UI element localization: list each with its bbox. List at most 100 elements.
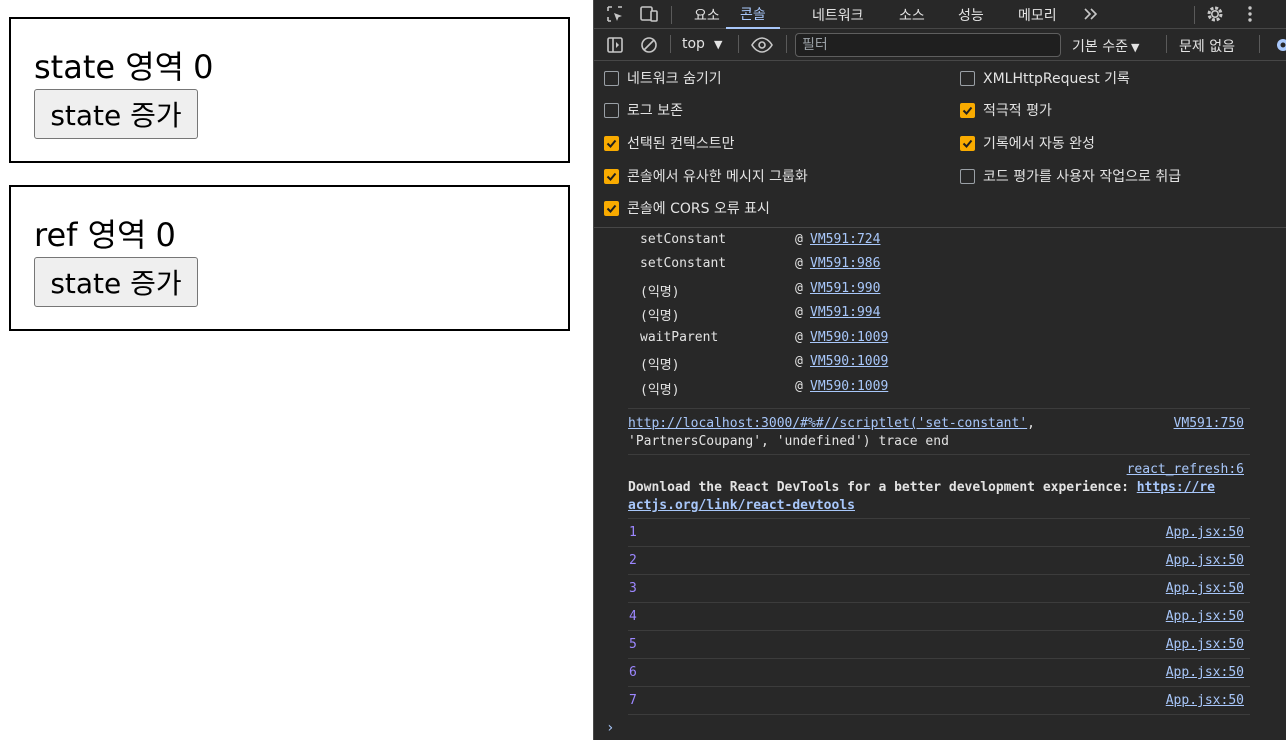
stack-location-link[interactable]: VM591:724 [810, 232, 880, 247]
kebab-menu-icon[interactable] [1238, 2, 1262, 26]
stack-function: (익명) [640, 358, 680, 373]
log-value: 3 [629, 581, 637, 596]
sidebar-toggle-icon[interactable] [603, 33, 627, 57]
tab-console[interactable]: 콘솔 [726, 0, 780, 29]
stack-location-link[interactable]: VM590:1009 [810, 330, 888, 345]
devtools-link[interactable]: actjs.org/link/react-devtools [628, 498, 855, 513]
ref-label: ref 영역 [34, 216, 147, 254]
stack-function: (익명) [640, 309, 680, 324]
message-divider [628, 714, 1250, 715]
stack-at: @ [795, 305, 803, 320]
ref-heading: ref 영역 0 [34, 217, 185, 253]
tab-memory[interactable]: 메모리 [1018, 0, 1057, 29]
setting-label: 기록에서 자동 완성 [983, 136, 1095, 152]
toolbar-divider [670, 35, 671, 53]
log-level-selector[interactable]: 기본 수준 ▼ [1072, 36, 1139, 56]
filter-input[interactable] [795, 33, 1061, 57]
log-source-link[interactable]: App.jsx:50 [1166, 525, 1244, 540]
log-source-link[interactable]: App.jsx:50 [1166, 665, 1244, 680]
stack-location-link[interactable]: VM590:1009 [810, 379, 888, 394]
ref-increase-button[interactable]: state 증가 [34, 257, 198, 307]
gear-icon[interactable] [1203, 2, 1227, 26]
tab-network[interactable]: 네트워크 [812, 0, 864, 29]
log-row: 4 App.jsx:50 [628, 602, 1250, 630]
checkbox-unchecked-icon[interactable] [960, 70, 975, 86]
log-source-link[interactable]: App.jsx:50 [1166, 609, 1244, 624]
checkbox-checked-icon[interactable] [604, 135, 619, 151]
stack-at: @ [795, 354, 803, 369]
setting-treat-eval-as-user-action[interactable]: 코드 평가를 사용자 작업으로 취급 [960, 166, 1181, 186]
setting-label: XMLHttpRequest 기록 [983, 71, 1130, 87]
stack-frame: (익명) @ VM591:994 [640, 305, 940, 325]
issues-counter[interactable]: 문제 없음 [1179, 36, 1235, 56]
eye-icon[interactable] [750, 33, 774, 57]
console-toolbar: top▼ 기본 수준▼ 문제 없음 [594, 29, 1286, 61]
scriptlet-link[interactable]: http://localhost:3000/#%#//scriptlet('se… [628, 416, 1027, 431]
message-source-link[interactable]: react_refresh:6 [1127, 461, 1244, 479]
message-divider [628, 454, 1250, 455]
tabbar-divider [1194, 6, 1195, 24]
log-row: 5 App.jsx:50 [628, 630, 1250, 658]
setting-label: 콘솔에 CORS 오류 표시 [627, 201, 770, 217]
checkbox-checked-icon[interactable] [604, 200, 619, 216]
checkbox-checked-icon[interactable] [960, 102, 975, 118]
stack-location-link[interactable]: VM591:994 [810, 305, 880, 320]
log-source-link[interactable]: App.jsx:50 [1166, 581, 1244, 596]
tab-elements[interactable]: 요소 [694, 0, 720, 29]
console-prompt-icon[interactable]: › [606, 720, 614, 736]
console-settings-gear-icon[interactable] [1271, 33, 1286, 57]
log-level-label: 기본 수준 [1072, 39, 1128, 55]
toolbar-divider [1259, 35, 1260, 53]
devtools-link[interactable]: https://re [1137, 480, 1215, 495]
ref-section: ref 영역 0 state 증가 [9, 185, 570, 331]
toolbar-divider [738, 35, 739, 53]
setting-log-xhr[interactable]: XMLHttpRequest 기록 [960, 68, 1130, 88]
setting-hide-network[interactable]: 네트워크 숨기기 [604, 68, 722, 88]
setting-label: 코드 평가를 사용자 작업으로 취급 [983, 169, 1182, 185]
inspect-element-icon[interactable] [603, 2, 627, 26]
setting-eager-evaluation[interactable]: 적극적 평가 [960, 100, 1052, 120]
checkbox-checked-icon[interactable] [604, 168, 619, 184]
log-row: 2 App.jsx:50 [628, 546, 1250, 574]
stack-at: @ [795, 379, 803, 394]
state-increase-button[interactable]: state 증가 [34, 89, 198, 139]
checkbox-unchecked-icon[interactable] [960, 168, 975, 184]
setting-label: 로그 보존 [627, 103, 683, 119]
state-heading: state 영역 0 [34, 49, 222, 85]
log-row: 1 App.jsx:50 [628, 518, 1250, 546]
devtools-tabbar: 요소 콘솔 네트워크 소스 성능 메모리 [594, 0, 1286, 29]
setting-selected-context-only[interactable]: 선택된 컨텍스트만 [604, 133, 735, 153]
stack-location-link[interactable]: VM591:986 [810, 256, 880, 271]
tab-performance[interactable]: 성능 [958, 0, 984, 29]
stack-at: @ [795, 281, 803, 296]
log-value: 4 [629, 609, 637, 624]
device-toolbar-icon[interactable] [637, 2, 661, 26]
setting-show-cors-errors[interactable]: 콘솔에 CORS 오류 표시 [604, 198, 770, 218]
state-label: state 영역 [34, 48, 185, 86]
caret-down-icon: ▼ [713, 38, 723, 51]
log-row: 7 App.jsx:50 [628, 686, 1250, 714]
checkbox-unchecked-icon[interactable] [604, 102, 619, 118]
log-source-link[interactable]: App.jsx:50 [1166, 693, 1244, 708]
context-selector[interactable]: top ▼ [682, 36, 722, 52]
tab-sources[interactable]: 소스 [899, 0, 925, 29]
console-settings: 네트워크 숨기기 로그 보존 선택된 컨텍스트만 콘솔에서 유사한 메시지 그룹… [594, 62, 1286, 228]
setting-label: 적극적 평가 [983, 103, 1052, 119]
log-value: 5 [629, 637, 637, 652]
stack-frame: setConstant @ VM591:724 [640, 232, 940, 252]
log-source-link[interactable]: App.jsx:50 [1166, 637, 1244, 652]
setting-group-similar[interactable]: 콘솔에서 유사한 메시지 그룹화 [604, 166, 808, 186]
chevron-double-right-icon[interactable] [1078, 2, 1102, 26]
checkbox-unchecked-icon[interactable] [604, 70, 619, 86]
checkbox-checked-icon[interactable] [960, 135, 975, 151]
state-value: 0 [193, 48, 214, 86]
setting-preserve-log[interactable]: 로그 보존 [604, 100, 683, 120]
message-source-link[interactable]: VM591:750 [1174, 415, 1244, 433]
clear-console-icon[interactable] [637, 33, 661, 57]
stack-location-link[interactable]: VM590:1009 [810, 354, 888, 369]
log-source-link[interactable]: App.jsx:50 [1166, 553, 1244, 568]
stack-function: (익명) [640, 285, 680, 300]
setting-autocomplete-history[interactable]: 기록에서 자동 완성 [960, 133, 1095, 153]
stack-frame: (익명) @ VM591:990 [640, 281, 940, 301]
stack-location-link[interactable]: VM591:990 [810, 281, 880, 296]
